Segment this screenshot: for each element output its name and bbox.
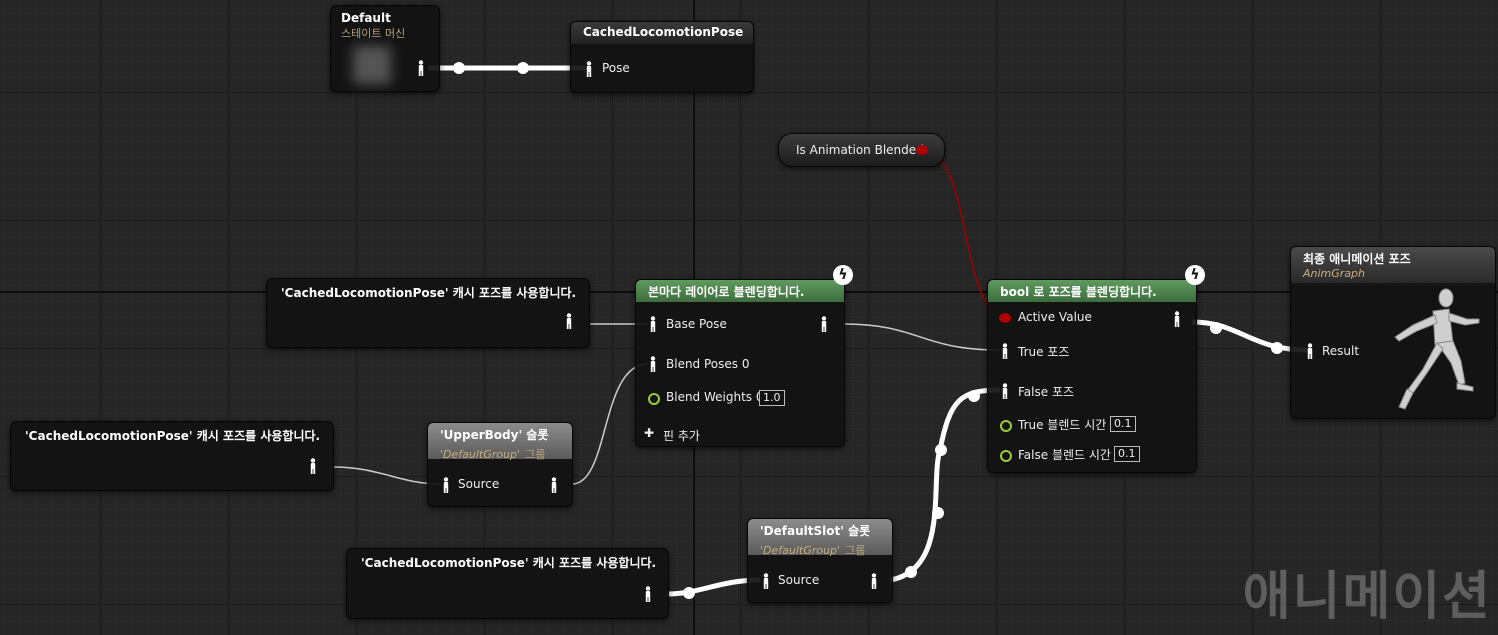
wire-reroute-dot [932, 507, 944, 519]
person-icon[interactable] [644, 586, 652, 602]
person-icon[interactable] [870, 573, 878, 589]
blend-weights-label: Blend Weights 0 [666, 390, 764, 404]
red-dot-icon[interactable] [916, 145, 928, 155]
person-icon[interactable] [442, 477, 450, 493]
add-pin-button[interactable]: 핀 추가 [663, 427, 700, 444]
green-circle-icon[interactable] [648, 393, 660, 405]
wire-reroute-dot [1271, 342, 1283, 354]
wire-cache2-upper [332, 466, 441, 485]
person-icon[interactable] [309, 458, 317, 474]
upper-body-slot-group: 'DefaultGroup' [440, 448, 520, 461]
false-blend-time-input[interactable]: 0.1 [1114, 446, 1140, 462]
person-icon[interactable] [1001, 343, 1009, 359]
state-machine-node[interactable]: Default 스테이트 머신 [330, 5, 440, 92]
wire-slot-false [889, 387, 1001, 583]
active-value-label: Active Value [1018, 310, 1092, 324]
person-icon[interactable] [649, 316, 657, 332]
person-icon[interactable] [565, 313, 573, 329]
green-circle-icon[interactable] [1000, 450, 1012, 462]
person-icon[interactable] [762, 573, 770, 589]
person-icon[interactable] [1306, 343, 1314, 359]
final-animation-pose-node[interactable]: 최종 애니메이션 포즈 AnimGraph Result [1290, 246, 1496, 419]
source-pin-label: Source [778, 573, 820, 587]
wire-reroute-dot [1210, 322, 1222, 334]
true-pose-label: True 포즈 [1018, 345, 1070, 359]
is-animation-blended-node[interactable]: Is Animation Blended [778, 133, 945, 167]
state-machine-title: Default [341, 11, 391, 25]
upper-body-slot-title: 'UpperBody' 슬롯 [440, 428, 549, 442]
use-cached-pose-node-2[interactable]: 'CachedLocomotionPose' 캐시 포즈를 사용합니다. [10, 421, 334, 491]
pose-pin-label: Pose [602, 61, 630, 75]
use-cached-pose-node-3[interactable]: 'CachedLocomotionPose' 캐시 포즈를 사용합니다. [346, 548, 669, 619]
person-icon[interactable] [550, 477, 558, 493]
true-blend-time-input[interactable]: 0.1 [1110, 416, 1136, 432]
false-pose-label: False 포즈 [1018, 385, 1075, 399]
person-icon[interactable] [417, 60, 425, 76]
person-icon[interactable] [820, 316, 828, 332]
wire-layered-true [842, 323, 1001, 351]
person-icon[interactable] [1173, 311, 1181, 327]
state-machine-subtitle: 스테이트 머신 [341, 27, 406, 40]
default-slot-group-suffix: 그룹 [845, 544, 866, 557]
person-icon[interactable] [1001, 383, 1009, 399]
use-cached-pose-title: 'CachedLocomotionPose' 캐시 포즈를 사용합니다. [361, 556, 657, 570]
wire-reroute-dot [905, 566, 917, 578]
source-pin-label: Source [458, 477, 500, 491]
graph-watermark: 애니메이션 [1242, 567, 1492, 627]
use-cached-pose-title: 'CachedLocomotionPose' 캐시 포즈를 사용합니다. [281, 286, 577, 300]
blend-weights-input[interactable]: 1.0 [759, 390, 785, 406]
red-dot-icon[interactable] [999, 313, 1011, 323]
is-animation-blended-label: Is Animation Blended [796, 143, 924, 157]
blend-by-bool-title: bool 로 포즈를 블렌딩합니다. [1000, 285, 1157, 299]
use-cached-pose-node-1[interactable]: 'CachedLocomotionPose' 캐시 포즈를 사용합니다. [266, 278, 590, 348]
person-icon[interactable] [585, 61, 593, 77]
person-icon[interactable] [649, 356, 657, 372]
state-machine-thumbnail [353, 46, 391, 84]
final-pose-title: 최종 애니메이션 포즈 [1303, 252, 1411, 266]
layered-blend-title: 본마다 레이어로 블렌딩합니다. [648, 285, 805, 299]
blend-poses-label: Blend Poses 0 [666, 357, 750, 371]
lightning-icon: ϟ [1185, 265, 1205, 285]
upper-body-slot-node[interactable]: 'UpperBody' 슬롯 'DefaultGroup' 그룹 Source [427, 422, 573, 507]
result-label: Result [1322, 344, 1360, 358]
cached-pose-node[interactable]: CachedLocomotionPose Pose [570, 21, 754, 93]
default-slot-title: 'DefaultSlot' 슬롯 [760, 524, 871, 538]
base-pose-label: Base Pose [666, 317, 727, 331]
wire-reroute-dot [517, 62, 529, 74]
upper-body-slot-group-suffix: 그룹 [525, 448, 546, 461]
final-pose-subtitle: AnimGraph [1303, 267, 1366, 280]
wire-reroute-dot [453, 62, 465, 74]
wire-reroute-dot [968, 390, 980, 402]
blend-by-bool-node[interactable]: bool 로 포즈를 블렌딩합니다. ϟ Active Value True 포… [987, 265, 1205, 473]
use-cached-pose-title: 'CachedLocomotionPose' 캐시 포즈를 사용합니다. [25, 429, 321, 443]
plus-icon[interactable]: ✚ [644, 426, 654, 440]
default-slot-group: 'DefaultGroup' [760, 544, 840, 557]
green-circle-icon[interactable] [1000, 420, 1012, 432]
cached-pose-title: CachedLocomotionPose [583, 25, 744, 39]
lightning-icon: ϟ [833, 265, 853, 285]
false-blend-time-label: False 블렌드 시간 [1018, 448, 1111, 462]
default-slot-node[interactable]: 'DefaultSlot' 슬롯 'DefaultGroup' 그룹 Sourc… [747, 518, 893, 603]
true-blend-time-label: True 블렌드 시간 [1018, 418, 1107, 432]
wire-reroute-dot [935, 444, 947, 456]
mannequin-running-icon [1394, 288, 1480, 410]
layered-blend-node[interactable]: 본마다 레이어로 블렌딩합니다. ϟ Base Pose Blend Poses… [635, 265, 853, 447]
wire-reroute-dot [683, 587, 695, 599]
